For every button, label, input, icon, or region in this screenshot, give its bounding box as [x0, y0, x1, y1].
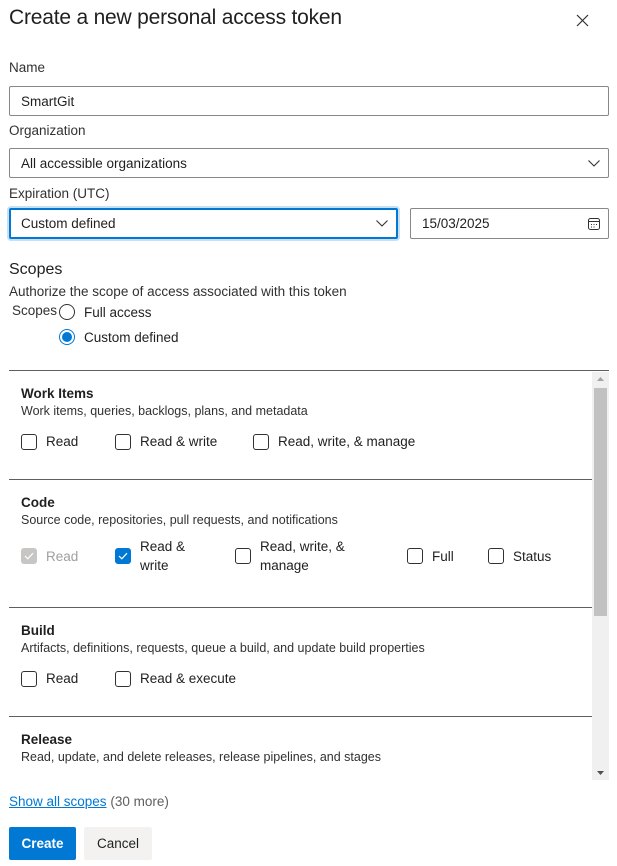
checkbox[interactable] [253, 433, 269, 450]
scope-list-scrollbar[interactable] [592, 372, 609, 780]
scope-description: Work items, queries, backlogs, plans, an… [21, 404, 308, 418]
create-pat-dialog: Create a new personal access token Name … [0, 0, 617, 866]
scope-title: Work Items [21, 386, 94, 401]
radio-label: Full access [84, 304, 152, 320]
checkbox[interactable] [407, 548, 423, 564]
scopes-heading: Scopes [9, 261, 63, 278]
checkbox-code-read[interactable]: Read [21, 547, 115, 566]
close-icon [576, 14, 589, 32]
show-all-scopes-link[interactable]: Show all scopes [9, 794, 107, 809]
checkbox-build-read[interactable]: Read [21, 669, 115, 688]
scope-title: Release [21, 732, 73, 747]
checkbox-label: Read, write, & manage [278, 434, 416, 449]
create-button[interactable]: Create [9, 827, 76, 860]
checkbox[interactable] [115, 433, 131, 450]
radio-button[interactable] [59, 304, 75, 320]
checkbox-label: Read & execute [140, 671, 237, 686]
checkbox-label: Read & write [140, 539, 186, 573]
chevron-down-icon [368, 220, 396, 227]
checkbox[interactable] [115, 548, 131, 564]
checkbox-work-items-read-write[interactable]: Read & write [115, 432, 253, 451]
name-input[interactable]: SmartGit [9, 86, 609, 116]
checkbox[interactable] [235, 548, 251, 564]
scope-section-build: Build Artifacts, definitions, requests, … [9, 608, 592, 717]
show-all-scopes-row: Show all scopes (30 more) [9, 794, 169, 809]
scroll-down-button[interactable] [592, 766, 609, 780]
radio-label: Custom defined [84, 329, 179, 345]
scope-options: Read Read & write Read, write, & manage [21, 537, 592, 575]
checkbox-code-status[interactable]: Status [488, 547, 551, 566]
checkbox-label: Status [513, 548, 552, 564]
scope-list: Work Items Work items, queries, backlogs… [9, 370, 609, 780]
checkbox-label: Read, write, & manage [260, 539, 345, 573]
scope-description: Read, update, and delete releases, relea… [21, 750, 381, 764]
expiration-label: Expiration (UTC) [9, 186, 110, 201]
checkbox-label: Full [432, 548, 454, 564]
scroll-up-button[interactable] [592, 372, 609, 386]
checkbox-work-items-read-write-manage[interactable]: Read, write, & manage [253, 432, 415, 451]
checkbox-code-read-write[interactable]: Read & write [115, 537, 235, 575]
checkbox-work-items-read[interactable]: Read [21, 432, 115, 451]
checkbox[interactable] [488, 548, 504, 564]
more-scopes-count: (30 more) [110, 794, 169, 809]
checkmark-icon [24, 552, 34, 560]
checkbox-code-read-write-manage[interactable]: Read, write, & manage [235, 537, 407, 575]
arrow-down-icon [597, 771, 604, 775]
radio-full-access[interactable]: Full access [59, 304, 152, 320]
expiration-date-input[interactable]: 15/03/2025 [410, 208, 609, 239]
scrollbar-thumb[interactable] [594, 388, 607, 616]
dialog-title: Create a new personal access token [9, 6, 342, 29]
checkbox[interactable] [21, 433, 37, 450]
close-button[interactable] [571, 12, 593, 34]
cancel-button[interactable]: Cancel [84, 827, 152, 860]
checkbox-label: Read [46, 671, 79, 686]
checkbox-code-full[interactable]: Full [407, 547, 488, 566]
scope-title: Code [21, 495, 55, 510]
scope-section-release: Release Read, update, and delete release… [9, 717, 592, 780]
checkbox[interactable] [21, 670, 37, 687]
scopes-description: Authorize the scope of access associated… [9, 284, 347, 299]
name-label: Name [9, 60, 46, 75]
radio-custom-defined[interactable]: Custom defined [59, 329, 179, 345]
scope-description: Source code, repositories, pull requests… [21, 513, 338, 527]
checkbox-label: Read & write [140, 434, 218, 449]
scope-description: Artifacts, definitions, requests, queue … [21, 641, 425, 655]
scope-section-work-items: Work Items Work items, queries, backlogs… [9, 371, 592, 480]
scope-title: Build [21, 623, 55, 638]
expiration-date-value: 15/03/2025 [422, 216, 490, 231]
chevron-down-icon [580, 159, 608, 167]
organization-select[interactable]: All accessible organizations [9, 148, 609, 178]
checkmark-icon [118, 552, 128, 560]
organization-select-value: All accessible organizations [21, 155, 187, 171]
expiration-select-value: Custom defined [21, 216, 116, 231]
checkbox[interactable] [115, 670, 131, 687]
checkbox-label: Read [46, 548, 79, 564]
scopes-radio-label: Scopes [12, 303, 58, 318]
scope-options: Read Read & execute [21, 669, 592, 688]
organization-label: Organization [9, 123, 86, 138]
checkbox-label: Read [46, 434, 79, 449]
checkbox[interactable] [21, 548, 37, 564]
radio-button[interactable] [59, 329, 75, 345]
calendar-icon[interactable] [580, 217, 608, 230]
scope-section-code: Code Source code, repositories, pull req… [9, 480, 592, 608]
checkbox-build-read-execute[interactable]: Read & execute [115, 669, 236, 688]
scope-options: Read Read & write Read, write, & manage [21, 432, 592, 451]
expiration-select[interactable]: Custom defined [9, 208, 398, 239]
arrow-up-icon [597, 377, 604, 381]
name-input-value: SmartGit [21, 93, 75, 109]
